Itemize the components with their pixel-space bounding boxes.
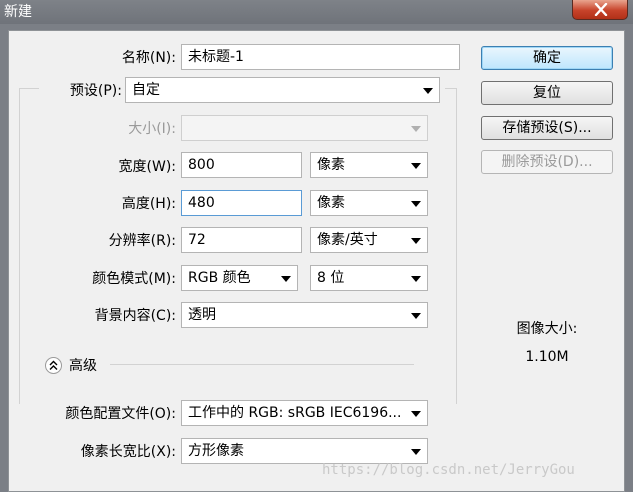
image-size-value: 1.10M [525, 349, 569, 365]
preset-label: 预设(P): [69, 83, 122, 99]
pixel-aspect-select[interactable]: 方形像素 [181, 438, 428, 464]
chevron-down-icon [411, 411, 421, 417]
color-mode-label: 颜色模式(M): [92, 271, 176, 287]
width-unit-value: 像素 [317, 157, 345, 173]
resolution-field[interactable]: 72 [181, 227, 302, 253]
pixel-aspect-value: 方形像素 [188, 443, 244, 459]
background-value: 透明 [188, 307, 216, 323]
bit-depth-select[interactable]: 8 位 [310, 265, 428, 291]
color-profile-value: 工作中的 RGB: sRGB IEC6196... [188, 405, 402, 421]
chevron-down-icon [423, 88, 433, 94]
save-preset-button[interactable]: 存储预设(S)... [481, 116, 613, 140]
resolution-label: 分辨率(R): [108, 233, 176, 249]
color-profile-select[interactable]: 工作中的 RGB: sRGB IEC6196... [181, 400, 428, 426]
ok-button[interactable]: 确定 [481, 46, 613, 70]
chevron-down-icon [411, 126, 421, 132]
name-label: 名称(N): [121, 50, 176, 66]
chevron-down-icon [281, 276, 291, 282]
advanced-label: 高级 [69, 358, 97, 374]
preset-group-border [456, 88, 457, 404]
chevron-up-icon [49, 360, 58, 370]
height-label: 高度(H): [121, 196, 176, 212]
chevron-down-icon [411, 449, 421, 455]
size-select [181, 115, 428, 141]
color-mode-value: RGB 颜色 [188, 270, 251, 286]
window-title: 新建 [4, 4, 32, 20]
pixel-aspect-label: 像素长宽比(X): [80, 444, 176, 460]
color-profile-label: 颜色配置文件(O): [65, 406, 176, 422]
width-label: 宽度(W): [118, 159, 176, 175]
height-field[interactable]: 480 [181, 190, 302, 216]
preset-group-border [19, 88, 39, 89]
background-label: 背景内容(C): [94, 308, 176, 324]
watermark-text: https://blog.csdn.net/JerryGou [322, 462, 575, 478]
chevron-down-icon [411, 276, 421, 282]
width-field[interactable]: 800 [181, 152, 302, 178]
title-bar: 新建 [0, 0, 633, 24]
name-field[interactable]: 未标题-1 [181, 44, 460, 70]
background-select[interactable]: 透明 [181, 302, 428, 328]
preset-value: 自定 [132, 82, 160, 98]
resolution-unit-value: 像素/英寸 [317, 232, 378, 248]
chevron-down-icon [411, 201, 421, 207]
width-unit-select[interactable]: 像素 [310, 152, 428, 178]
resolution-unit-select[interactable]: 像素/英寸 [310, 227, 428, 253]
image-size-label: 图像大小: [516, 321, 578, 337]
bit-depth-value: 8 位 [317, 270, 345, 286]
close-button[interactable] [572, 0, 628, 20]
advanced-toggle-button[interactable] [45, 357, 62, 374]
height-unit-select[interactable]: 像素 [310, 190, 428, 216]
close-icon [594, 3, 608, 16]
height-unit-value: 像素 [317, 195, 345, 211]
chevron-down-icon [411, 163, 421, 169]
preset-group-border [19, 88, 20, 404]
delete-preset-button: 删除预设(D)... [481, 150, 613, 174]
chevron-down-icon [411, 238, 421, 244]
preset-select[interactable]: 自定 [125, 77, 440, 103]
chevron-down-icon [411, 313, 421, 319]
size-label: 大小(I): [128, 121, 176, 137]
reset-button[interactable]: 复位 [481, 81, 613, 105]
advanced-divider [110, 364, 414, 365]
color-mode-select[interactable]: RGB 颜色 [181, 265, 298, 291]
